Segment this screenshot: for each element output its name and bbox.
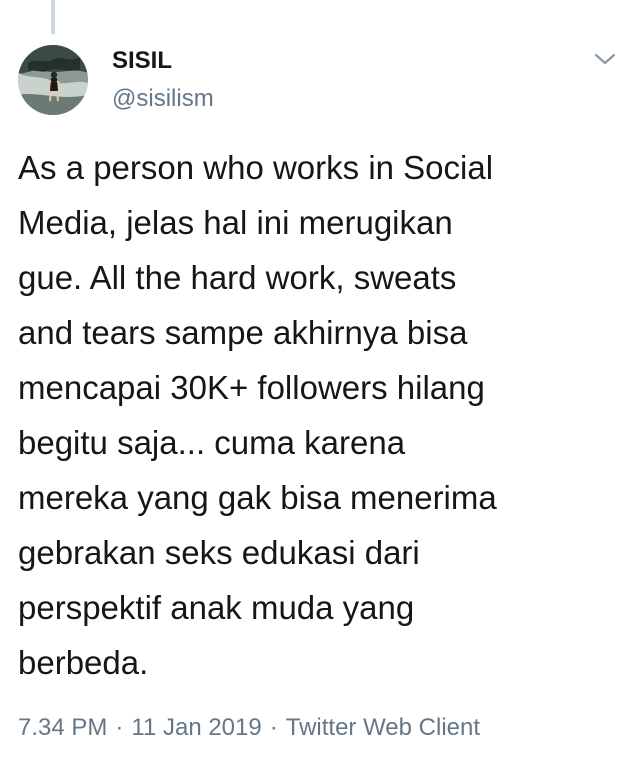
author-display-name[interactable]: SISIL xyxy=(112,45,172,77)
avatar-image xyxy=(18,45,88,115)
tweet-text-line: berbeda. xyxy=(18,644,149,681)
avatar[interactable] xyxy=(18,45,88,115)
thread-connector-line xyxy=(51,0,55,34)
tweet-text-line: As a person who works in Social xyxy=(18,149,494,186)
tweet-text-line: gue. All the hard work, sweats xyxy=(18,259,457,296)
tweet-date[interactable]: 11 Jan 2019 xyxy=(131,714,261,741)
tweet-text-line: gebrakan seks edukasi dari xyxy=(18,534,420,571)
tweet-time[interactable]: 7.34 PM xyxy=(18,714,107,741)
tweet-text-line: perspektif anak muda yang xyxy=(18,589,415,626)
tweet-text-line: Media, jelas hal ini merugikan xyxy=(18,204,453,241)
tweet-metadata: 7.34 PM · 11 Jan 2019 · Twitter Web Client xyxy=(18,711,480,745)
author-handle[interactable]: @sisilism xyxy=(112,84,214,114)
tweet-text-line: and tears sampe akhirnya bisa xyxy=(18,314,468,351)
tweet-text-line: mereka yang gak bisa menerima xyxy=(18,479,497,516)
tweet-text-line: begitu saja... cuma karena xyxy=(18,424,406,461)
tweet-source-link[interactable]: Twitter Web Client xyxy=(286,714,480,741)
meta-separator: · xyxy=(269,714,278,741)
tweet-text: As a person who works in Social Media, j… xyxy=(18,140,628,690)
chevron-down-icon[interactable] xyxy=(593,50,617,68)
meta-separator: · xyxy=(115,714,124,741)
tweet-text-line: mencapai 30K+ followers hilang xyxy=(18,369,485,406)
